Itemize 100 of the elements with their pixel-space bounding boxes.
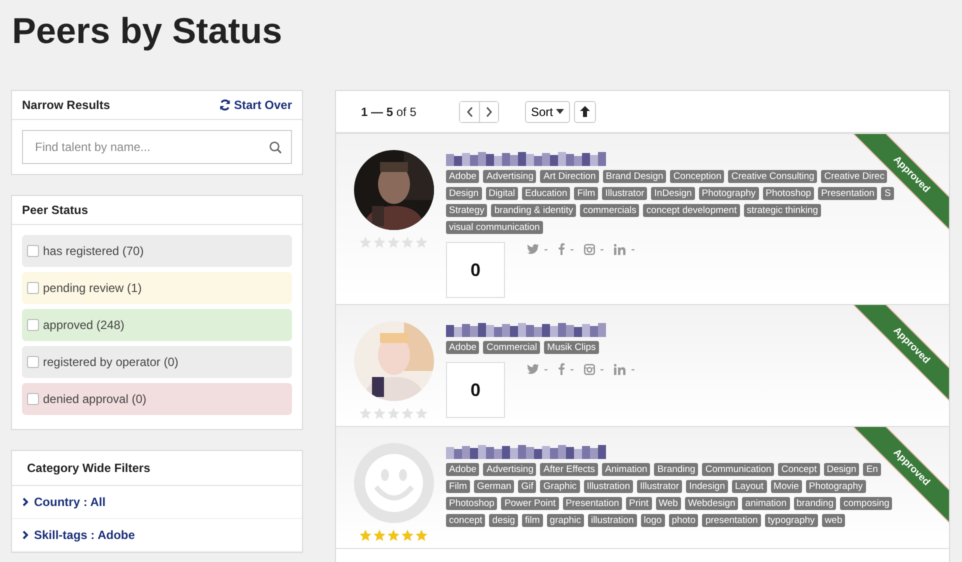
skill-tag: Advertising — [483, 170, 536, 183]
skill-tag: branding — [794, 497, 836, 510]
status-filter-option[interactable]: approved (248) — [22, 309, 292, 341]
skill-tag: En — [863, 463, 881, 476]
chevron-left-icon — [466, 106, 474, 118]
skill-tag: Strategy — [446, 204, 488, 217]
skill-tag: Design — [824, 463, 860, 476]
bird-icon[interactable] — [527, 364, 539, 374]
skill-tag: Movie — [770, 480, 802, 493]
facebook-icon[interactable] — [558, 363, 565, 375]
filter-link[interactable]: Skill-tags : Adobe — [12, 519, 302, 552]
skill-tag: Photoshop — [762, 187, 814, 200]
search-icon — [269, 141, 282, 154]
camera-icon[interactable] — [584, 244, 595, 254]
facebook-icon[interactable] — [558, 243, 565, 255]
search-field[interactable]: Find talent by name... — [22, 130, 292, 164]
skill-tag: animation — [742, 497, 790, 510]
option-label: registered by operator (0) — [43, 355, 178, 369]
chevron-right-icon — [22, 530, 29, 540]
skill-tag: Presentation — [562, 497, 622, 510]
skill-tag: presentation — [702, 514, 761, 527]
status-filter-option[interactable]: has registered (70) — [22, 235, 292, 267]
skill-tag: Film — [446, 480, 470, 493]
skill-tag: Digital — [486, 187, 518, 200]
status-filter-option[interactable]: pending review (1) — [22, 272, 292, 304]
skill-tag: Photography — [806, 480, 866, 493]
star-icon — [401, 236, 414, 249]
page-title: Peers by Status — [11, 9, 284, 53]
skill-tag: Illustrator — [637, 480, 682, 493]
score-value: 0 — [470, 380, 480, 400]
panel-title: Narrow Results — [22, 98, 110, 112]
skill-tag: typography — [764, 514, 818, 527]
checkbox[interactable] — [27, 245, 39, 257]
camera-icon[interactable] — [584, 364, 595, 374]
option-label: denied approval (0) — [43, 392, 146, 406]
option-label: pending review (1) — [43, 281, 142, 295]
option-label: has registered (70) — [43, 244, 144, 258]
checkbox[interactable] — [27, 282, 39, 294]
star-icon — [373, 529, 386, 542]
social-handle: - — [570, 362, 574, 376]
skill-tag: Indesign — [686, 480, 728, 493]
social-handle: - — [570, 242, 574, 256]
skill-tag: Adobe — [446, 341, 480, 354]
next-button[interactable] — [479, 102, 498, 122]
skill-tag: Art Direction — [540, 170, 599, 183]
star-icon — [387, 407, 400, 420]
start-over-link[interactable]: Start Over — [218, 98, 292, 112]
skill-tag: Creative Direc — [821, 170, 888, 183]
skill-tag: concept development — [643, 204, 740, 217]
skill-tag: concept — [446, 514, 486, 527]
result-range: 1 — 5 of 5 — [361, 104, 418, 118]
skill-tag: Layout — [732, 480, 767, 493]
checkbox[interactable] — [27, 356, 39, 368]
skill-tag: illustration — [588, 514, 637, 527]
skill-tag: Communication — [702, 463, 774, 476]
skill-tag: graphic — [546, 514, 584, 527]
checkbox[interactable] — [27, 319, 39, 331]
skill-tag: Film — [574, 187, 598, 200]
skill-tag: photo — [668, 514, 698, 527]
star-icon — [387, 236, 400, 249]
skill-tag: Web — [656, 497, 681, 510]
sort-button[interactable]: Sort — [525, 100, 570, 122]
status-filter-option[interactable]: registered by operator (0) — [22, 346, 292, 378]
status-filter-option[interactable]: denied approval (0) — [22, 383, 292, 415]
skill-tag: Animation — [602, 463, 650, 476]
star-icon — [415, 407, 428, 420]
linkedin-icon[interactable] — [614, 244, 626, 254]
social-handle: - — [600, 242, 604, 256]
skill-tag: Power Point — [501, 497, 559, 510]
score-value: 0 — [470, 260, 480, 280]
checkbox[interactable] — [27, 393, 39, 405]
skill-tag: Conception — [670, 170, 724, 183]
refresh-icon — [218, 99, 231, 111]
skill-tag: web — [822, 514, 846, 527]
skill-tag: Presentation — [818, 187, 878, 200]
star-icon — [415, 236, 428, 249]
skill-tag: Adobe — [446, 463, 480, 476]
skill-tag: commercials — [580, 204, 640, 217]
panel-title: Peer Status — [22, 203, 88, 217]
skill-tag: Print — [626, 497, 652, 510]
skill-tag: German — [474, 480, 514, 493]
linkedin-icon[interactable] — [614, 364, 626, 374]
skill-tag: Illustration — [584, 480, 633, 493]
star-icon — [401, 407, 414, 420]
filter-link[interactable]: Country : All — [12, 486, 302, 519]
skill-tag: Creative Consulting — [728, 170, 818, 183]
skill-tag: Education — [522, 187, 570, 200]
social-handle: - — [600, 362, 604, 376]
skill-tag: Musik Clips — [544, 341, 599, 354]
chevron-right-icon — [22, 497, 29, 507]
bird-icon[interactable] — [527, 244, 539, 254]
sort-direction-button[interactable] — [574, 100, 596, 122]
social-handle: - — [631, 362, 635, 376]
skill-tag: logo — [640, 514, 665, 527]
skill-tag: composing — [840, 497, 892, 510]
skill-tag: Advertising — [483, 463, 536, 476]
star-icon — [359, 236, 372, 249]
skill-tag: Brand Design — [602, 170, 666, 183]
option-label: approved (248) — [43, 318, 124, 332]
star-icon — [359, 407, 372, 420]
